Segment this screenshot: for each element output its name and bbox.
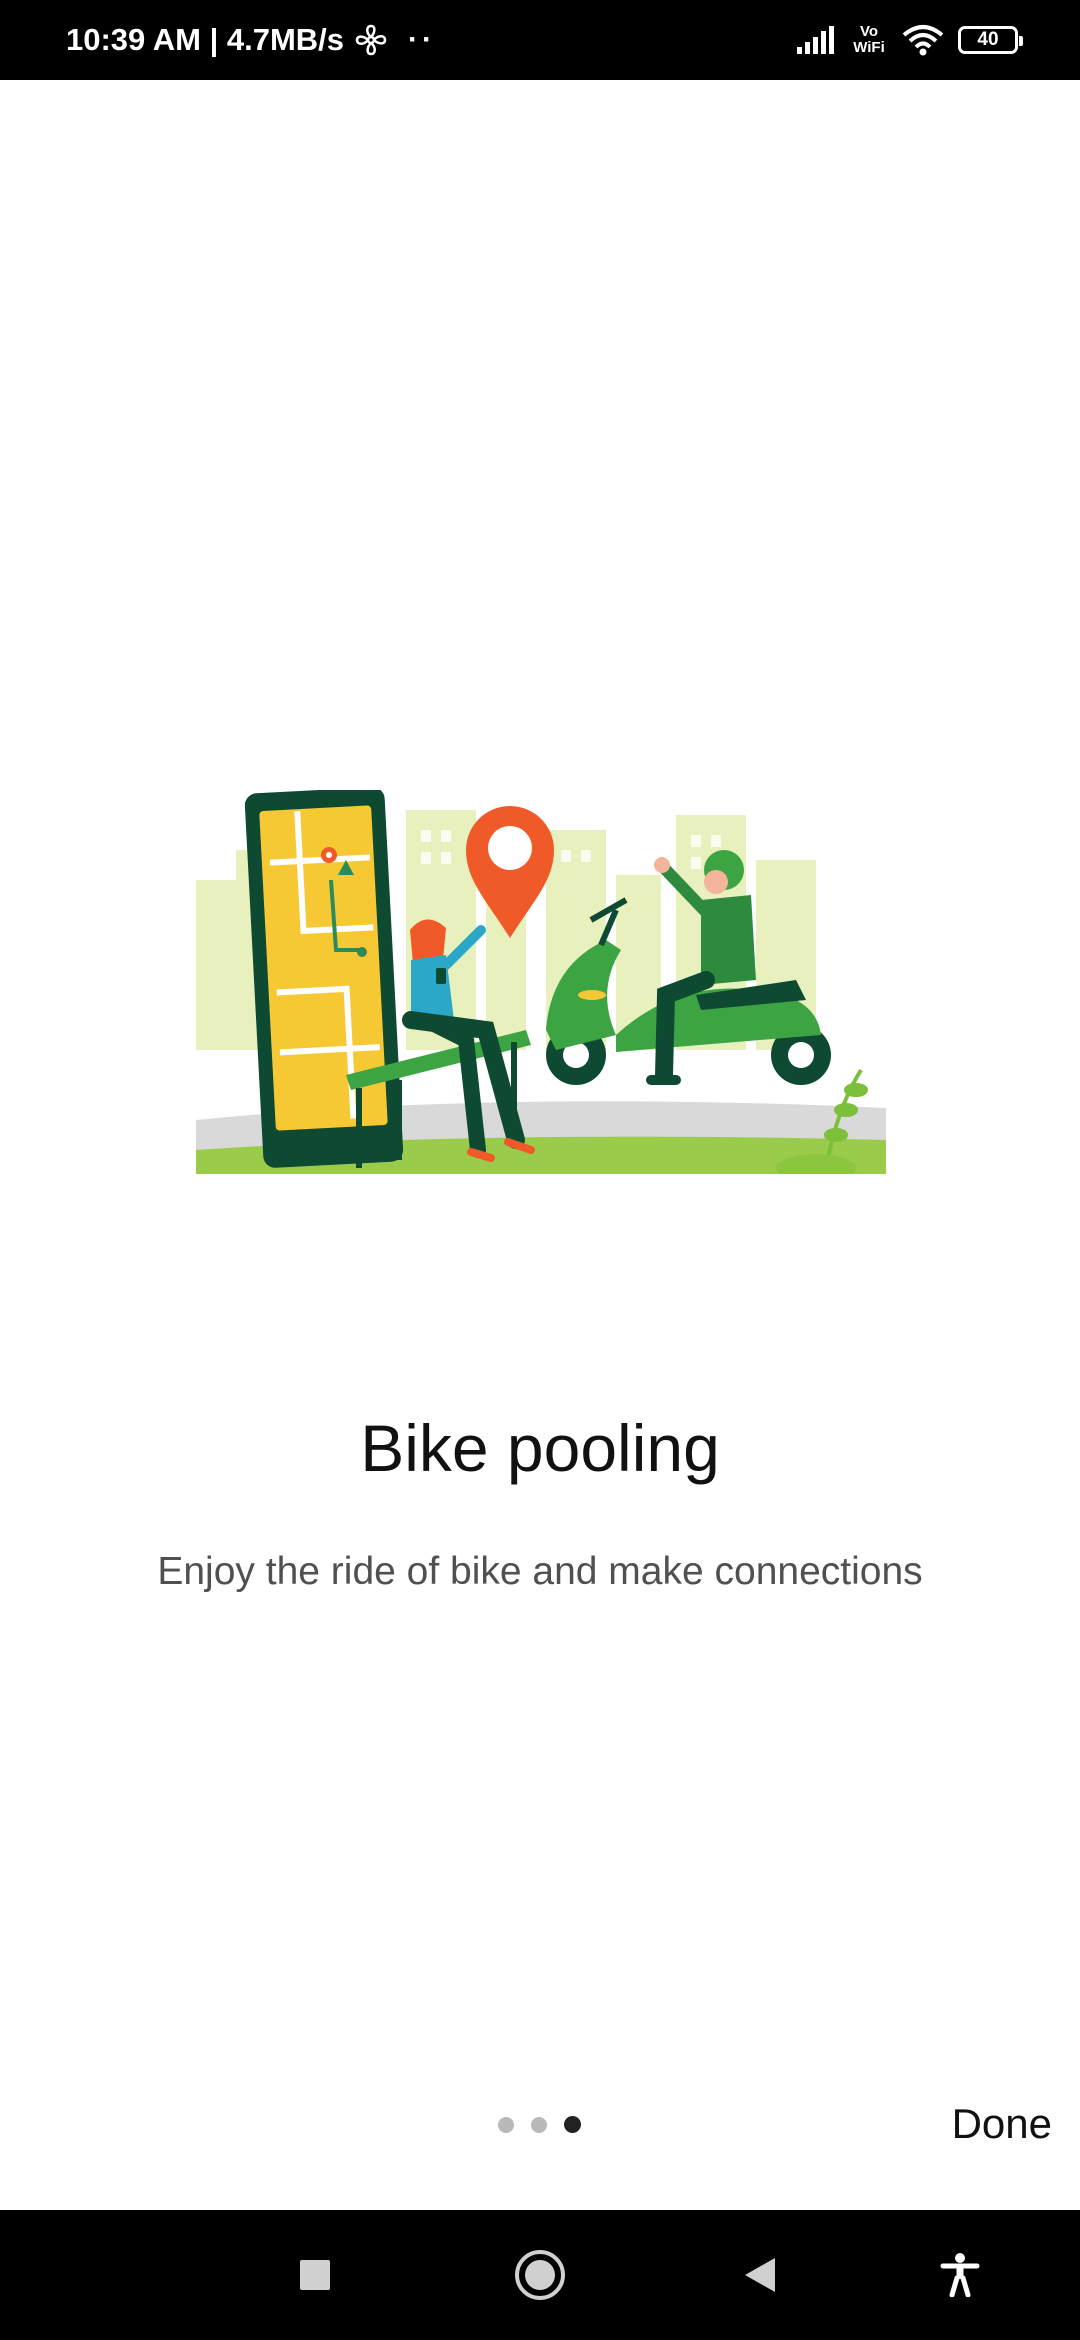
battery-icon: 40 [958, 26, 1023, 54]
status-left: 10:39 AM | 4.7MB/s ·· [66, 0, 436, 80]
fan-icon [355, 24, 387, 56]
page-dot-2[interactable] [531, 2116, 547, 2133]
system-nav-bar [0, 2210, 1080, 2340]
status-bar: 10:39 AM | 4.7MB/s ·· Vo WiFi 40 [0, 0, 1080, 80]
vowifi-top: Vo [859, 23, 879, 40]
page-dot-1[interactable] [498, 2116, 514, 2133]
location-pin [466, 806, 554, 938]
recents-square-icon [300, 2260, 330, 2290]
back-button[interactable] [740, 2210, 780, 2340]
page-dot-3-active[interactable] [564, 2116, 581, 2133]
bike-pooling-illustration [196, 790, 886, 1174]
home-circle-icon [515, 2250, 565, 2300]
notification-dots: ·· [408, 23, 437, 56]
onboarding-title: Bike pooling [360, 1411, 720, 1485]
recents-button[interactable] [290, 2210, 340, 2340]
vowifi-icon: Vo WiFi [850, 24, 888, 56]
wifi-icon [902, 25, 944, 56]
phone-map [244, 790, 404, 1168]
status-time-speed: 10:39 AM | 4.7MB/s [66, 22, 345, 57]
done-button[interactable]: Done [952, 2100, 1052, 2148]
vowifi-bottom: WiFi [853, 39, 885, 56]
accessibility-icon [940, 2253, 980, 2297]
home-button[interactable] [512, 2210, 568, 2340]
back-triangle-icon [745, 2258, 775, 2292]
battery-level: 40 [977, 29, 999, 50]
page-indicator [498, 2116, 581, 2133]
accessibility-button[interactable] [938, 2210, 982, 2340]
status-right: Vo WiFi 40 [796, 0, 1023, 80]
signal-icon [797, 26, 834, 54]
onboarding-subtitle: Enjoy the ride of bike and make connecti… [157, 1550, 923, 1593]
